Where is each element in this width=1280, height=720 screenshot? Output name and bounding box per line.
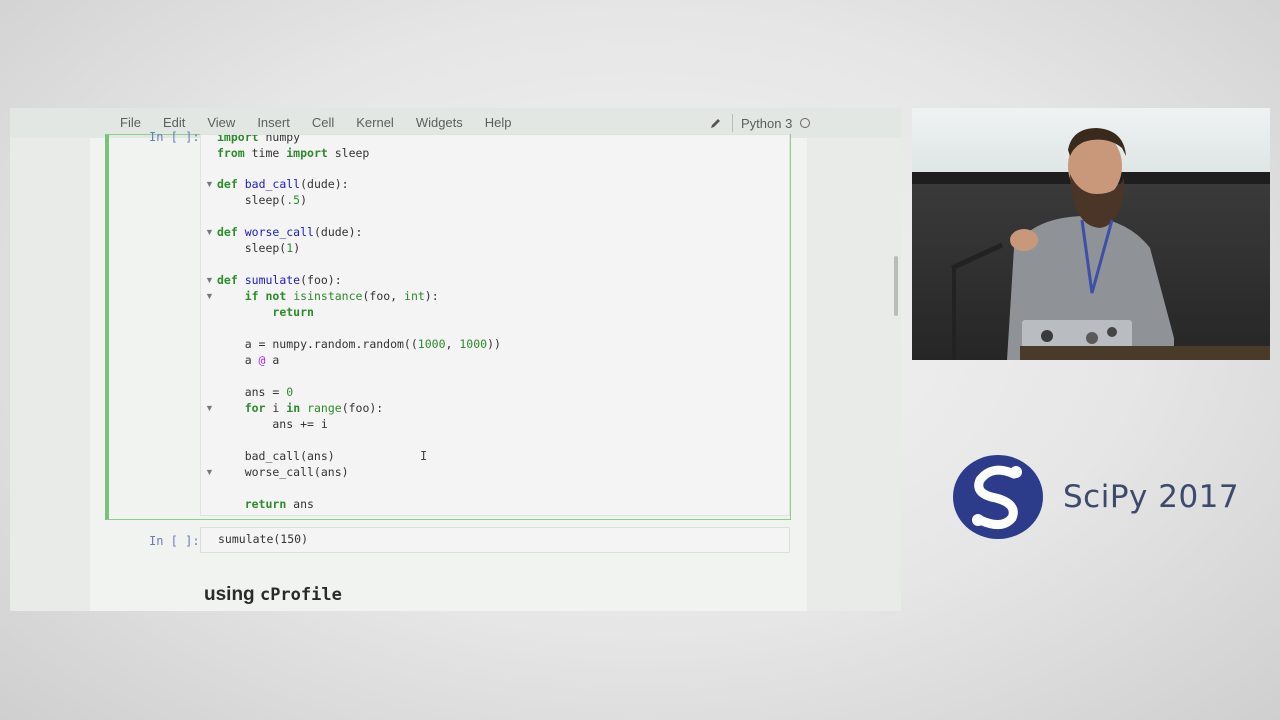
code-line: ans = 0 bbox=[217, 385, 294, 399]
code-line: sleep(1) bbox=[217, 241, 301, 255]
podium bbox=[1020, 346, 1270, 360]
code-line: ans += i bbox=[217, 417, 328, 431]
code-line: if not isinstance(foo, int): bbox=[244, 289, 439, 303]
cell2-prompt: In [ ]: bbox=[149, 534, 200, 548]
fold-arrow-icon[interactable]: ▼ bbox=[205, 467, 214, 477]
pencil-icon[interactable] bbox=[710, 117, 722, 129]
fold-arrow-icon[interactable]: ▼ bbox=[205, 275, 214, 285]
code-editor[interactable]: import numpy from time import sleep ▼ de… bbox=[200, 134, 790, 516]
right-gutter bbox=[807, 138, 901, 611]
notebook-screen: File Edit View Insert Cell Kernel Widget… bbox=[10, 108, 901, 611]
code-line: from time import sleep bbox=[217, 146, 370, 160]
kernel-name[interactable]: Python 3 bbox=[741, 116, 792, 131]
code-line: import numpy bbox=[217, 134, 301, 144]
conference-title: SciPy 2017 bbox=[1063, 479, 1240, 515]
heading-prefix: using bbox=[204, 584, 260, 605]
text-cursor-icon: I bbox=[420, 449, 428, 463]
code-line: for i in range(foo): bbox=[244, 401, 384, 415]
code-line: a = numpy.random.random((1000, 1000)) bbox=[217, 337, 501, 351]
cell2-editor[interactable]: sumulate(150) bbox=[200, 527, 790, 553]
code-line: bad_call(ans) bbox=[217, 449, 335, 463]
code-line: worse_call(ans) bbox=[217, 465, 349, 479]
code-line: return ans bbox=[244, 497, 314, 511]
code-line: def bad_call(dude): bbox=[217, 177, 349, 191]
speaker-figure bbox=[950, 128, 1174, 360]
fold-arrow-icon[interactable]: ▼ bbox=[205, 227, 214, 237]
cell2-code: sumulate(150) bbox=[218, 532, 309, 546]
code-line: a @ a bbox=[217, 353, 280, 367]
speaker-video bbox=[912, 108, 1270, 360]
heading-code: cProfile bbox=[259, 585, 342, 605]
code-line: sleep(.5) bbox=[217, 193, 308, 207]
left-gutter bbox=[10, 138, 90, 611]
code-line: def sumulate(foo): bbox=[217, 273, 342, 287]
fold-arrow-icon[interactable]: ▼ bbox=[205, 291, 214, 301]
scrollbar[interactable] bbox=[894, 256, 898, 316]
separator bbox=[732, 114, 733, 132]
markdown-heading: using cProfile bbox=[204, 584, 342, 606]
cell1-prompt: In [ ]: bbox=[149, 130, 200, 144]
scipy-logo-icon bbox=[953, 455, 1043, 539]
kernel-status-icon bbox=[800, 118, 811, 128]
fold-arrow-icon[interactable]: ▼ bbox=[205, 403, 214, 413]
code-line: return bbox=[272, 305, 314, 319]
fold-arrow-icon[interactable]: ▼ bbox=[205, 179, 214, 189]
code-line: def worse_call(dude): bbox=[217, 225, 363, 239]
